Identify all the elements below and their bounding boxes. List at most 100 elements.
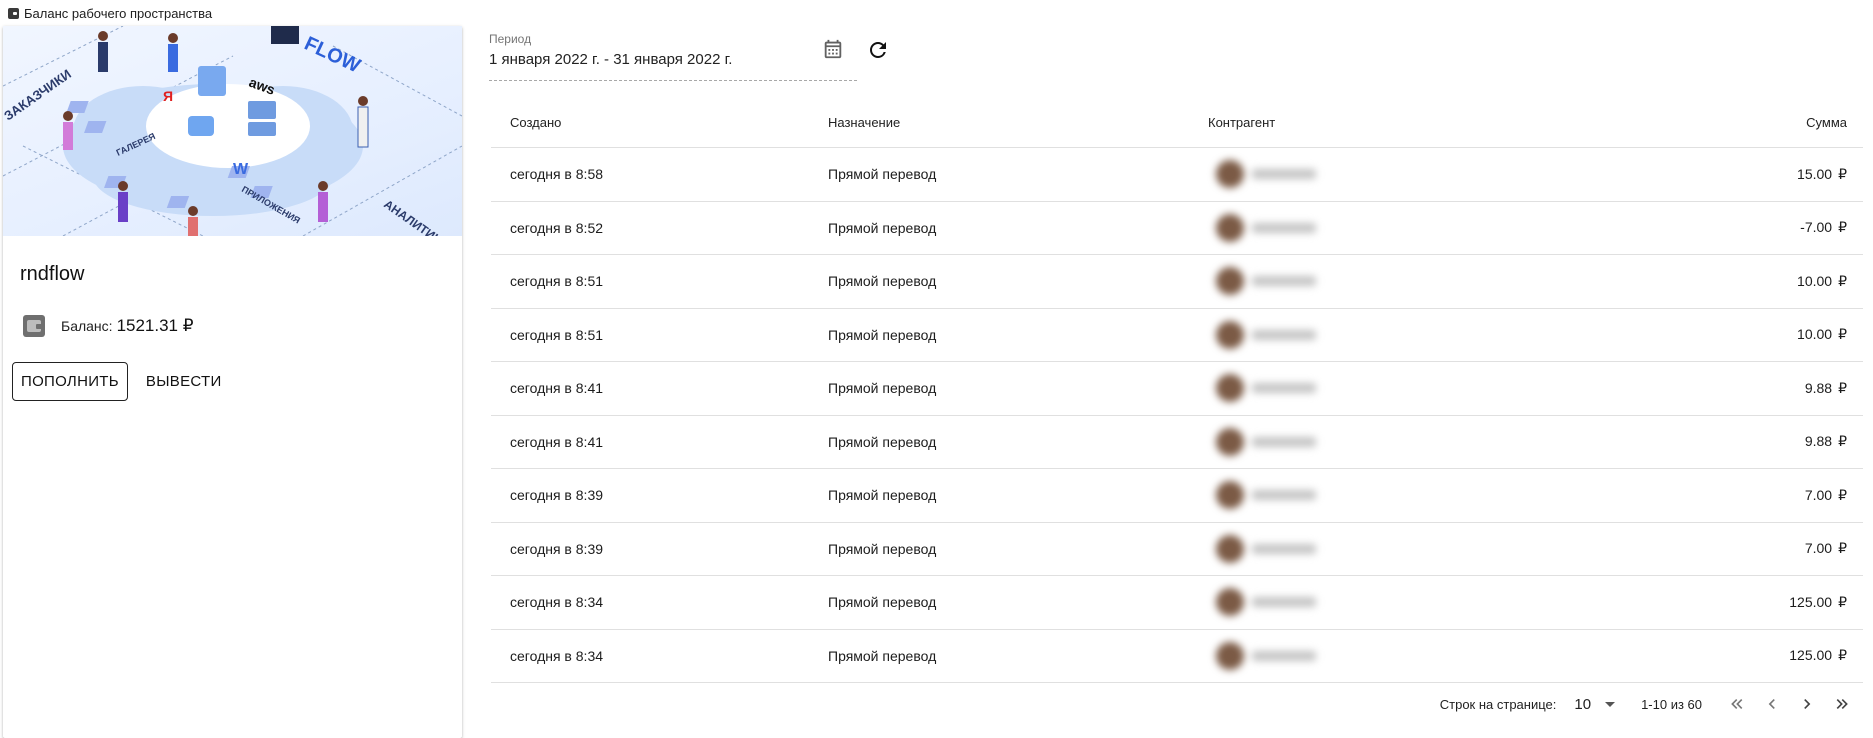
currency-sign: ₽ bbox=[1838, 326, 1847, 343]
cell-purpose: Прямой перевод bbox=[828, 273, 937, 290]
table-row[interactable]: сегодня в 8:39 Прямой перевод 7.00 ₽ bbox=[491, 523, 1863, 576]
cell-purpose: Прямой перевод bbox=[828, 166, 937, 183]
cell-sum: 7.00 ₽ bbox=[1804, 540, 1847, 557]
counterparty-name-redacted bbox=[1252, 543, 1316, 554]
avatar bbox=[1216, 160, 1244, 189]
column-header-created[interactable]: Создано bbox=[491, 115, 828, 130]
cell-sum: 10.00 ₽ bbox=[1797, 272, 1847, 289]
period-label: Период bbox=[489, 32, 532, 46]
table-row[interactable]: сегодня в 8:34 Прямой перевод 125.00 ₽ bbox=[491, 630, 1863, 683]
last-page-icon[interactable] bbox=[1831, 693, 1853, 715]
cell-created: сегодня в 8:51 bbox=[510, 273, 604, 290]
cell-party bbox=[1208, 309, 1538, 362]
next-page-icon[interactable] bbox=[1796, 693, 1818, 715]
cell-party bbox=[1208, 630, 1538, 683]
cell-purpose: Прямой перевод bbox=[828, 380, 937, 397]
table-row[interactable]: сегодня в 8:52 Прямой перевод -7.00 ₽ bbox=[491, 202, 1863, 255]
isometric-illustration: ЗАКАЗЧИКИ АНАЛИТИКИ ПРИЛОЖЕНИЯ ГАЛЕРЕЯ F… bbox=[3, 26, 462, 236]
currency-sign: ₽ bbox=[1838, 219, 1847, 236]
table-header: Создано Назначение Контрагент Сумма bbox=[491, 98, 1863, 148]
blurred-counterparty bbox=[1216, 160, 1316, 189]
card-actions: ПОПОЛНИТЬ ВЫВЕСТИ bbox=[12, 362, 230, 401]
cell-sum: 9.88 ₽ bbox=[1804, 433, 1847, 450]
cell-purpose: Прямой перевод bbox=[828, 433, 937, 450]
transactions-table: Создано Назначение Контрагент Сумма сего… bbox=[491, 98, 1863, 683]
first-page-icon[interactable] bbox=[1726, 693, 1748, 715]
currency-sign: ₽ bbox=[182, 316, 194, 335]
refresh-icon[interactable] bbox=[866, 38, 890, 62]
currency-sign: ₽ bbox=[1838, 272, 1847, 289]
rows-per-page-select[interactable]: 10 bbox=[1574, 696, 1616, 713]
counterparty-name-redacted bbox=[1252, 383, 1316, 394]
svg-text:Я: Я bbox=[163, 88, 173, 104]
page-range: 1-10 из 60 bbox=[1641, 696, 1702, 712]
cell-sum: 9.88 ₽ bbox=[1804, 379, 1847, 396]
currency-sign: ₽ bbox=[1838, 165, 1847, 182]
withdraw-button[interactable]: ВЫВЕСТИ bbox=[138, 362, 230, 401]
cell-purpose: Прямой перевод bbox=[828, 326, 937, 343]
period-field[interactable]: Период 1 января 2022 г. - 31 января 2022… bbox=[489, 28, 857, 81]
svg-text:АНАЛИТИКИ: АНАЛИТИКИ bbox=[381, 197, 451, 236]
cell-party bbox=[1208, 416, 1538, 469]
window-title-bar: Баланс рабочего пространства bbox=[0, 0, 1873, 26]
cell-party bbox=[1208, 469, 1538, 522]
currency-sign: ₽ bbox=[1838, 379, 1847, 396]
column-header-party[interactable]: Контрагент bbox=[1208, 115, 1538, 130]
cell-created: сегодня в 8:58 bbox=[510, 166, 604, 183]
counterparty-name-redacted bbox=[1252, 222, 1316, 233]
cell-purpose: Прямой перевод bbox=[828, 594, 937, 611]
table-row[interactable]: сегодня в 8:41 Прямой перевод 9.88 ₽ bbox=[491, 416, 1863, 469]
cell-sum: -7.00 ₽ bbox=[1800, 219, 1847, 236]
blurred-counterparty bbox=[1216, 320, 1316, 349]
blurred-counterparty bbox=[1216, 374, 1316, 403]
cell-party bbox=[1208, 362, 1538, 415]
cell-created: сегодня в 8:52 bbox=[510, 219, 604, 236]
cell-sum: 125.00 ₽ bbox=[1789, 647, 1847, 664]
deposit-button[interactable]: ПОПОЛНИТЬ bbox=[12, 362, 128, 401]
blurred-counterparty bbox=[1216, 213, 1316, 242]
currency-sign: ₽ bbox=[1838, 593, 1847, 610]
column-header-purpose[interactable]: Назначение bbox=[828, 115, 1208, 130]
calendar-icon[interactable] bbox=[822, 38, 844, 60]
wallet-icon bbox=[23, 315, 45, 337]
caret-down-icon bbox=[1605, 701, 1616, 707]
rows-per-page-label: Строк на странице: bbox=[1439, 696, 1557, 712]
avatar bbox=[1216, 267, 1244, 296]
wallet-icon bbox=[8, 7, 19, 19]
workspace-banner-image: ЗАКАЗЧИКИ АНАЛИТИКИ ПРИЛОЖЕНИЯ ГАЛЕРЕЯ F… bbox=[3, 26, 462, 236]
cell-created: сегодня в 8:39 bbox=[510, 540, 604, 557]
table-row[interactable]: сегодня в 8:58 Прямой перевод 15.00 ₽ bbox=[491, 148, 1863, 202]
prev-page-icon[interactable] bbox=[1761, 693, 1783, 715]
column-header-sum[interactable]: Сумма bbox=[1538, 115, 1863, 130]
avatar bbox=[1216, 481, 1244, 510]
table-row[interactable]: сегодня в 8:51 Прямой перевод 10.00 ₽ bbox=[491, 309, 1863, 362]
blurred-counterparty bbox=[1216, 534, 1316, 563]
cell-created: сегодня в 8:41 bbox=[510, 433, 604, 450]
cell-purpose: Прямой перевод bbox=[828, 540, 937, 557]
workspace-name: rndflow bbox=[20, 263, 85, 285]
currency-sign: ₽ bbox=[1838, 540, 1847, 557]
counterparty-name-redacted bbox=[1252, 276, 1316, 287]
cell-purpose: Прямой перевод bbox=[828, 219, 937, 236]
cell-party bbox=[1208, 523, 1538, 576]
balance-label: Баланс: bbox=[61, 318, 113, 334]
balance-row: Баланс: 1521.31 ₽ bbox=[23, 315, 194, 337]
table-row[interactable]: сегодня в 8:34 Прямой перевод 125.00 ₽ bbox=[491, 576, 1863, 630]
counterparty-name-redacted bbox=[1252, 329, 1316, 340]
blurred-counterparty bbox=[1216, 481, 1316, 510]
table-row[interactable]: сегодня в 8:41 Прямой перевод 9.88 ₽ bbox=[491, 362, 1863, 416]
pagination: Строк на странице: 10 1-10 из 60 bbox=[1440, 693, 1853, 715]
table-row[interactable]: сегодня в 8:39 Прямой перевод 7.00 ₽ bbox=[491, 469, 1863, 523]
table-row[interactable]: сегодня в 8:51 Прямой перевод 10.00 ₽ bbox=[491, 255, 1863, 309]
counterparty-name-redacted bbox=[1252, 490, 1316, 501]
cell-party bbox=[1208, 202, 1538, 255]
cell-created: сегодня в 8:39 bbox=[510, 487, 604, 504]
period-value: 1 января 2022 г. - 31 января 2022 г. bbox=[489, 51, 733, 68]
counterparty-name-redacted bbox=[1252, 436, 1316, 447]
cell-purpose: Прямой перевод bbox=[828, 487, 937, 504]
svg-text:W: W bbox=[233, 161, 249, 178]
currency-sign: ₽ bbox=[1838, 433, 1847, 450]
cell-party bbox=[1208, 148, 1538, 201]
blurred-counterparty bbox=[1216, 641, 1316, 670]
blurred-counterparty bbox=[1216, 427, 1316, 456]
